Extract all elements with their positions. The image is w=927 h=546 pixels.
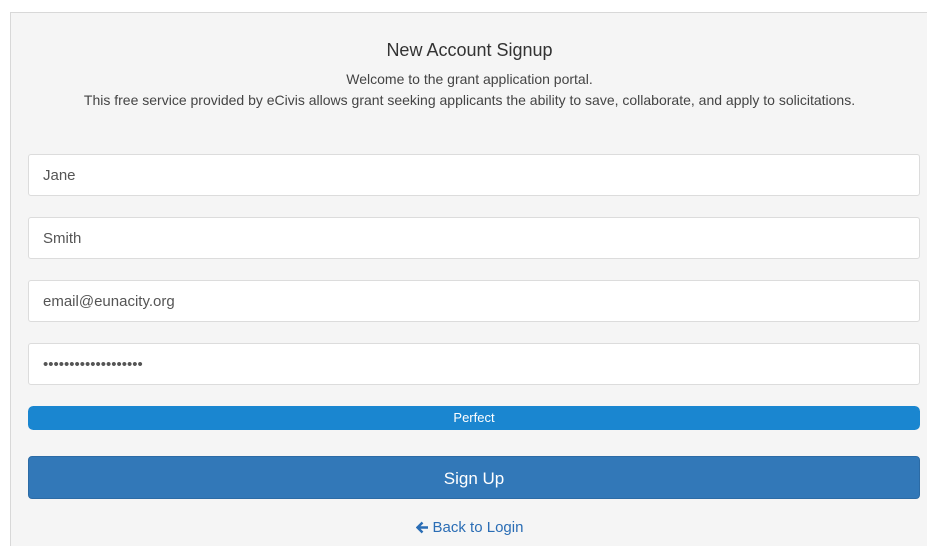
intro-line-welcome: Welcome to the grant application portal. [346,71,593,87]
back-to-login-link[interactable]: Back to Login [415,519,524,536]
intro-line-description: This free service provided by eCivis all… [83,92,856,108]
sign-up-button[interactable]: Sign Up [28,456,920,499]
arrow-left-icon [415,520,429,540]
signup-panel: New Account Signup Welcome to the grant … [10,12,927,546]
password-strength-bar: Perfect [28,406,920,430]
first-name-field[interactable] [28,154,920,196]
page-title: New Account Signup [386,40,553,60]
back-to-login-label[interactable]: Back to Login [433,519,524,536]
email-field[interactable] [28,280,920,322]
intro-text: Welcome to the grant application portal.… [31,69,908,111]
back-to-login: Back to Login [11,518,927,540]
password-field[interactable] [28,343,920,385]
password-strength-label: Perfect [453,410,495,425]
last-name-field[interactable] [28,217,920,259]
